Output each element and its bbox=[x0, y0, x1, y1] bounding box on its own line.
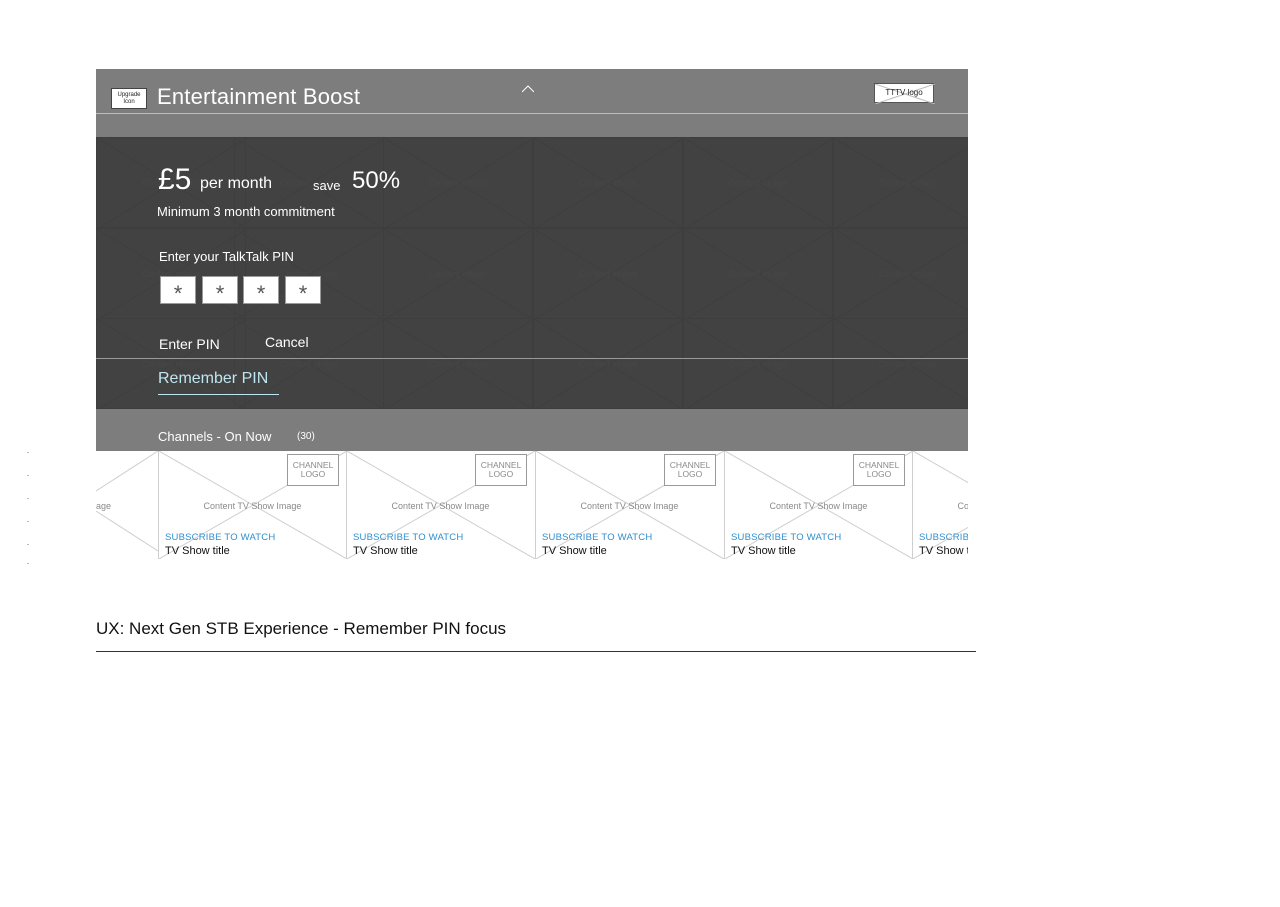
margin-tick bbox=[27, 452, 29, 453]
upgrade-icon: Upgrade Icon bbox=[111, 88, 147, 109]
tv-show-image-label: Content TV Show Image bbox=[580, 501, 679, 511]
tv-show-card[interactable]: Content TV Show Image CHANNEL LOGO SUBSCRI… bbox=[158, 451, 347, 559]
offer-save-label: save bbox=[313, 178, 341, 193]
channels-count: (30) bbox=[297, 431, 315, 442]
margin-tick bbox=[27, 521, 29, 522]
tv-show-title: TV Show title bbox=[542, 545, 607, 557]
remember-pin-button[interactable]: Remember PIN bbox=[158, 370, 279, 395]
offer-commitment: Minimum 3 month commitment bbox=[157, 204, 335, 219]
subscribe-to-watch-link[interactable]: SUBSCRIBE TO WATCH bbox=[919, 532, 968, 543]
channel-logo: CHANNEL LOGO bbox=[664, 454, 716, 486]
tv-show-title: TV Show title bbox=[353, 545, 418, 557]
tv-screen: Upgrade Icon Entertainment Boost TTTV lo… bbox=[96, 69, 968, 559]
partial-card-left[interactable]: age bbox=[96, 450, 159, 559]
partial-card-image-label: age bbox=[96, 501, 112, 511]
pin-digit-1[interactable]: * bbox=[160, 276, 196, 306]
tv-show-card[interactable]: Content TV Show Image CHANNEL LOGO SUBSCRI… bbox=[724, 451, 913, 559]
margin-tick bbox=[27, 498, 29, 499]
channels-bar: Channels - On Now (30) bbox=[96, 409, 968, 451]
header-bar: Upgrade Icon Entertainment Boost TTTV lo… bbox=[96, 69, 968, 137]
tv-show-title: TV Show title bbox=[731, 545, 796, 557]
channel-logo: CHANNEL LOGO bbox=[853, 454, 905, 486]
tv-show-title: TV Show title bbox=[165, 545, 230, 557]
pin-label: Enter your TalkTalk PIN bbox=[159, 249, 294, 264]
offer-price: £5 bbox=[158, 163, 192, 196]
tv-show-title: TV Show title bbox=[919, 545, 968, 557]
cancel-button[interactable]: Cancel bbox=[265, 334, 309, 350]
subscribe-to-watch-link[interactable]: SUBSCRIBE TO WATCH bbox=[353, 532, 463, 543]
margin-tick bbox=[27, 475, 29, 476]
channel-logo: CHANNEL LOGO bbox=[287, 454, 339, 486]
tv-show-image-label: Content TV Show Image bbox=[957, 501, 968, 511]
tv-show-card[interactable]: Content TV Show Image CHANNEL LOGO SUBSCRI… bbox=[346, 451, 535, 559]
tv-show-image-label: Content TV Show Image bbox=[769, 501, 868, 511]
tttv-logo: TTTV logo bbox=[874, 83, 935, 104]
pin-digit-4[interactable]: * bbox=[285, 276, 321, 306]
tv-show-image-label: Content TV Show Image bbox=[391, 501, 490, 511]
channel-logo: CHANNEL LOGO bbox=[475, 454, 527, 486]
tv-show-row: age Content TV Show Image CHANNEL LOGO SUB… bbox=[96, 450, 968, 559]
margin-tick bbox=[27, 563, 29, 564]
wireframe-caption: UX: Next Gen STB Experience - Remember P… bbox=[96, 619, 507, 638]
page-title: Entertainment Boost bbox=[157, 84, 361, 109]
offer-price-unit: per month bbox=[200, 175, 273, 192]
subscribe-to-watch-link[interactable]: SUBSCRIBE TO WATCH bbox=[165, 532, 275, 543]
offer-save-percent: 50% bbox=[352, 167, 401, 194]
dialog-divider bbox=[96, 358, 968, 359]
pin-digit-2[interactable]: * bbox=[202, 276, 238, 306]
header-divider bbox=[96, 113, 968, 114]
caption-underline bbox=[96, 651, 976, 652]
tttv-logo-label: TTTV logo bbox=[885, 88, 923, 97]
chevron-up-icon[interactable] bbox=[522, 85, 534, 93]
channels-title: Channels - On Now bbox=[158, 429, 272, 444]
enter-pin-button[interactable]: Enter PIN bbox=[159, 336, 220, 352]
tv-show-card[interactable]: Content TV Show Image CHANNEL LOGO SUBSCRI… bbox=[535, 451, 724, 559]
subscribe-to-watch-link[interactable]: SUBSCRIBE TO WATCH bbox=[731, 532, 841, 543]
margin-tick bbox=[27, 544, 29, 545]
pin-digit-3[interactable]: * bbox=[243, 276, 279, 306]
subscribe-to-watch-link[interactable]: SUBSCRIBE TO WATCH bbox=[542, 532, 652, 543]
tv-show-image-label: Content TV Show Image bbox=[203, 501, 302, 511]
tv-show-card[interactable]: Content TV Show ImageCHANNEL LOGOSUBSCRI… bbox=[912, 451, 968, 559]
upgrade-icon-label: Upgrade Icon bbox=[117, 92, 141, 105]
